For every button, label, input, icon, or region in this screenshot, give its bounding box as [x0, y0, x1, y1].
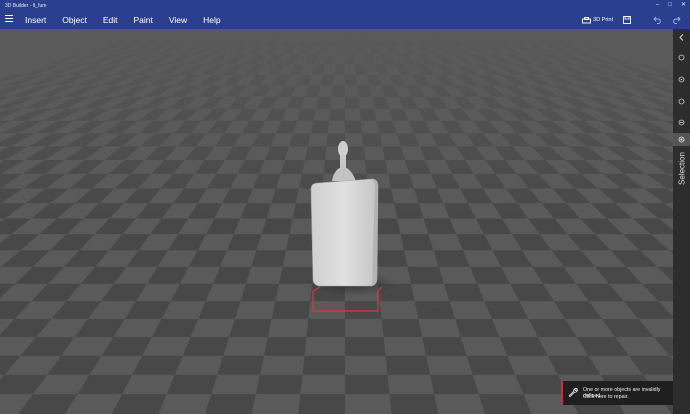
undo-button[interactable]	[652, 15, 662, 25]
tool-icon-2	[678, 76, 685, 83]
collapse-panel-button[interactable]	[676, 32, 687, 43]
menu-item-view[interactable]: View	[169, 15, 187, 25]
selection-icon	[678, 136, 685, 143]
menubar-actions: 3D Print	[582, 11, 690, 29]
svg-text:· · ·: · · ·	[545, 304, 551, 309]
menu-item-paint[interactable]: Paint	[134, 15, 153, 25]
tool-icon-4	[678, 119, 685, 126]
main-menu: Insert Object Edit Paint View Help	[25, 15, 237, 25]
redo-button[interactable]	[671, 15, 681, 25]
close-button[interactable]: ✕	[681, 2, 686, 8]
menu-item-insert[interactable]: Insert	[25, 15, 46, 25]
save-button[interactable]	[622, 15, 632, 25]
minimize-button[interactable]: –	[656, 2, 659, 8]
tool-button-2[interactable]	[676, 74, 687, 85]
svg-text:· · · ·: · · · ·	[490, 304, 499, 309]
separator-spacer	[641, 15, 643, 25]
tool-button-1[interactable]	[676, 52, 687, 63]
3d-print-button[interactable]: 3D Print	[582, 16, 613, 24]
tool-button-4[interactable]	[676, 117, 687, 128]
window-title: 3D Builder - lt_fum	[5, 3, 47, 9]
3d-print-label: 3D Print	[593, 17, 613, 23]
menu-item-edit[interactable]: Edit	[103, 15, 118, 25]
selection-panel-label[interactable]: Selection	[676, 150, 688, 190]
toast-repair-link[interactable]: Click here to repair.	[583, 394, 629, 400]
3d-viewport[interactable]: · · · · · · · · · · · · · · · · ·	[0, 29, 673, 414]
svg-text:· · ·: · · ·	[430, 304, 436, 309]
tool-icon-1	[678, 54, 685, 61]
menu-item-object[interactable]: Object	[62, 15, 87, 25]
title-bar: 3D Builder - lt_fum – □ ✕	[0, 0, 690, 11]
repair-notification[interactable]: One or more objects are invalidly define…	[561, 381, 673, 405]
window-controls: – □ ✕	[656, 2, 686, 8]
svg-text:· · ·: · · ·	[610, 304, 616, 309]
tool-icon-3	[678, 98, 685, 105]
right-tool-panel: Selection	[673, 29, 690, 414]
menu-bar: Insert Object Edit Paint View Help 3D Pr…	[0, 11, 690, 29]
undo-icon	[652, 16, 661, 24]
wrench-icon	[568, 388, 578, 397]
hamburger-menu-icon[interactable]	[5, 15, 13, 24]
chevron-left-icon	[679, 34, 684, 41]
3d-print-icon	[582, 16, 592, 23]
save-icon	[623, 16, 631, 24]
tool-button-3[interactable]	[676, 96, 687, 107]
selection-tool-button[interactable]	[673, 133, 690, 146]
maximize-button[interactable]: □	[668, 2, 672, 8]
selection-label-text: Selection	[677, 152, 687, 185]
scene-canvas[interactable]: · · · · · · · · · · · · · · · · ·	[0, 29, 673, 414]
menu-item-help[interactable]: Help	[203, 15, 220, 25]
redo-icon	[672, 16, 681, 24]
